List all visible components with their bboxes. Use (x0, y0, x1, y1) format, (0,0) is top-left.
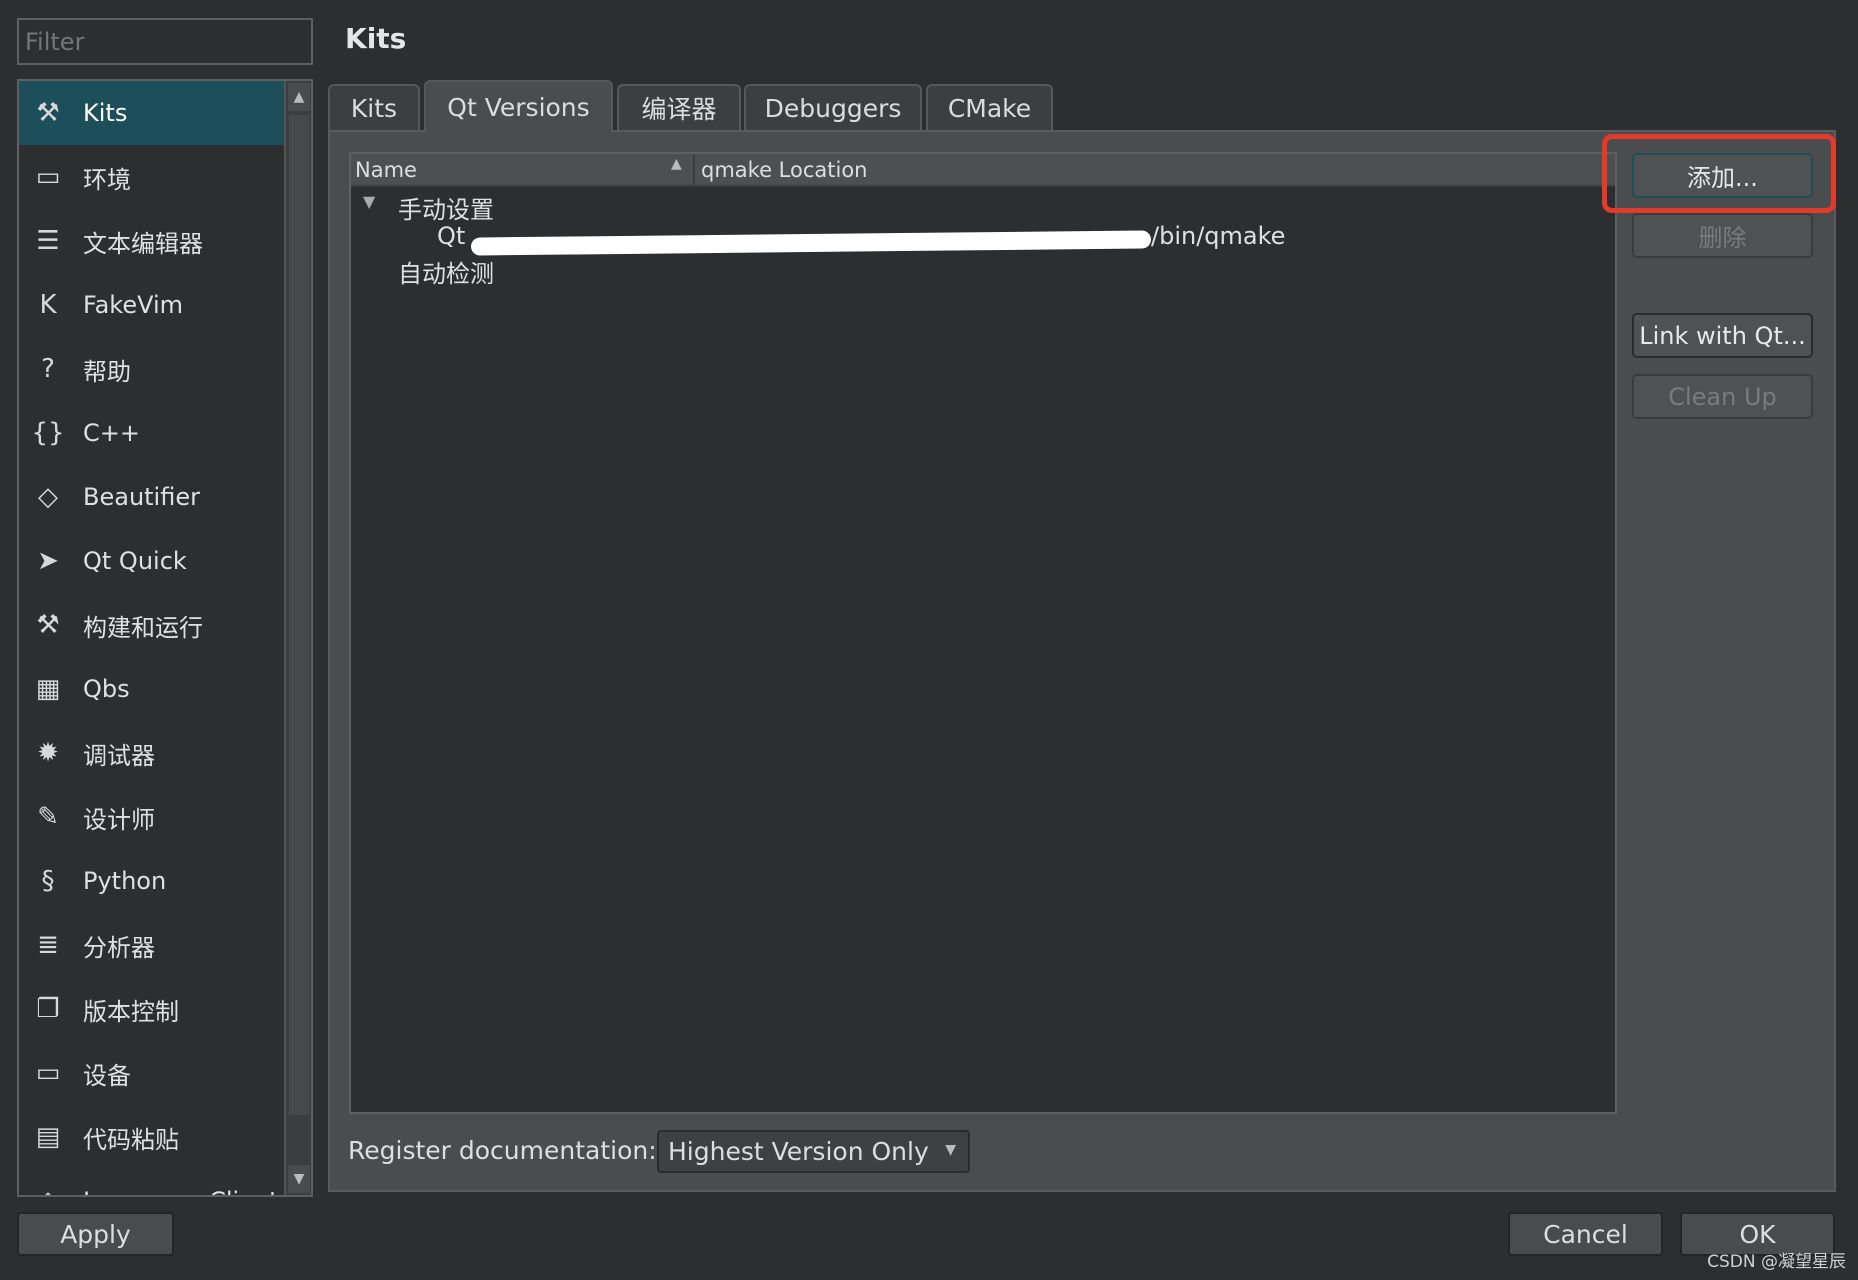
tab-cmake[interactable]: CMake (926, 84, 1053, 130)
sidebar-item-label: 代码粘贴 (83, 1125, 179, 1154)
sidebar-item[interactable]: ✹ 调试器 (19, 721, 287, 785)
sidebar-item[interactable]: ▭ 环境 (19, 145, 287, 209)
monitor-icon: ▭ (35, 162, 61, 192)
sort-ascending-icon: ▲ (671, 156, 682, 172)
tab-debuggers[interactable]: Debuggers (744, 84, 922, 130)
sidebar-item-label: 分析器 (83, 933, 155, 962)
tree-header: Name ▲ qmake Location (351, 154, 1615, 187)
group-manual[interactable]: 手动设置 (398, 190, 494, 225)
sidebar-item[interactable]: ☰ 文本编辑器 (19, 209, 287, 273)
sidebar-item-label: FakeVim (83, 291, 184, 319)
column-qmake-location[interactable]: qmake Location (701, 158, 867, 182)
sidebar-item[interactable]: {} C++ (19, 401, 287, 465)
register-doc-label: Register documentation: (348, 1136, 657, 1165)
sidebar-item[interactable]: ▤ 代码粘贴 (19, 1105, 287, 1169)
device-icon: ▭ (35, 1058, 61, 1088)
sidebar-item[interactable]: ❐ 版本控制 (19, 977, 287, 1041)
page-title: Kits (345, 22, 407, 55)
sidebar-item-label: Beautifier (83, 483, 200, 511)
pencil-icon: ✎ (37, 802, 59, 832)
column-divider (693, 154, 695, 187)
column-name[interactable]: Name (355, 158, 417, 182)
python-icon: § (41, 866, 55, 896)
sidebar-item[interactable]: K FakeVim (19, 273, 287, 337)
sidebar-item-label: Qbs (83, 675, 130, 703)
register-doc-combo[interactable]: Highest Version Only ▼ (657, 1130, 970, 1173)
bug-icon: ✹ (37, 738, 59, 768)
apply-button[interactable]: Apply (17, 1212, 174, 1256)
sidebar-item-label: 设备 (83, 1061, 131, 1090)
group-auto-detected[interactable]: 自动检测 (398, 254, 494, 289)
sidebar-item-label: Qt Quick (83, 547, 187, 575)
sidebar-item-label: Language Client (83, 1187, 279, 1195)
sidebar-item-label: 帮助 (83, 357, 131, 386)
sidebar-item-label: 调试器 (83, 741, 155, 770)
paper-plane-icon: ➤ (37, 546, 59, 576)
fakevim-icon: K (39, 290, 57, 320)
remove-button[interactable]: 删除 (1632, 213, 1813, 258)
tab-kits[interactable]: Kits (328, 84, 420, 130)
language-client-icon: ◈ (31, 1184, 65, 1195)
qt-versions-tree[interactable]: Name ▲ qmake Location ▼ 手动设置 Qt /bin/qma… (349, 152, 1617, 1114)
files-icon: ❐ (36, 994, 60, 1024)
sidebar-item[interactable]: ◈ Language Client (19, 1169, 287, 1195)
sidebar-item-label: 文本编辑器 (83, 229, 203, 258)
sidebar-item[interactable]: ➤ Qt Quick (19, 529, 287, 593)
hammer-icon: ⚒ (36, 610, 60, 640)
qt-version-name[interactable]: Qt (437, 222, 465, 250)
chevron-down-icon: ▼ (945, 1142, 956, 1158)
kits-icon: ⚒ (36, 98, 60, 128)
sidebar: ⚒ Kits ▭ 环境 ☰ 文本编辑器 K FakeVim? 帮助 {} C++ ◇ Beautifie… (17, 79, 313, 1197)
tab-compilers[interactable]: 编译器 (617, 84, 741, 130)
sidebar-item-label: C++ (83, 419, 140, 447)
sidebar-item[interactable]: ≣ 分析器 (19, 913, 287, 977)
sidebar-item[interactable]: ⚒ 构建和运行 (19, 593, 287, 657)
help-icon: ? (41, 354, 55, 384)
sidebar-item-label: 构建和运行 (83, 613, 203, 642)
sidebar-scrollbar[interactable]: ▲ ▼ (284, 81, 311, 1195)
qmake-location[interactable]: /bin/qmake (1151, 222, 1285, 250)
analyzer-icon: ≣ (37, 930, 59, 960)
sidebar-item-label: Kits (83, 99, 128, 127)
sidebar-item[interactable]: § Python (19, 849, 287, 913)
braces-icon: {} (31, 418, 65, 448)
grid-icon: ▦ (35, 674, 61, 704)
sidebar-item-label: Python (83, 867, 167, 895)
highlight-annotation (1602, 134, 1836, 213)
scroll-down-button[interactable]: ▼ (288, 1165, 310, 1193)
sidebar-item-label: 设计师 (83, 805, 155, 834)
text-editor-icon: ☰ (36, 226, 60, 256)
expand-arrow-icon[interactable]: ▼ (363, 192, 375, 211)
link-with-qt-button[interactable]: Link with Qt... (1632, 313, 1813, 358)
sidebar-item[interactable]: ⚒ Kits (19, 81, 287, 145)
clean-up-button[interactable]: Clean Up (1632, 374, 1813, 419)
sidebar-item[interactable]: ▭ 设备 (19, 1041, 287, 1105)
cancel-button[interactable]: Cancel (1508, 1212, 1663, 1256)
scroll-up-button[interactable]: ▲ (288, 83, 310, 111)
diamond-icon: ◇ (38, 482, 58, 512)
sidebar-item-label: 版本控制 (83, 997, 179, 1026)
filter-input[interactable] (17, 18, 313, 65)
scrollbar-thumb[interactable] (289, 115, 309, 1115)
combo-value: Highest Version Only (668, 1137, 929, 1166)
sidebar-item[interactable]: ✎ 设计师 (19, 785, 287, 849)
sidebar-item[interactable]: ▦ Qbs (19, 657, 287, 721)
sidebar-item-label: 环境 (83, 165, 131, 194)
tab-qt-versions[interactable]: Qt Versions (424, 80, 613, 132)
sidebar-item[interactable]: ◇ Beautifier (19, 465, 287, 529)
watermark: CSDN @凝望星辰 (1707, 1252, 1846, 1272)
redaction-scribble (470, 230, 1152, 256)
sidebar-item[interactable]: ? 帮助 (19, 337, 287, 401)
clipboard-icon: ▤ (35, 1122, 61, 1152)
